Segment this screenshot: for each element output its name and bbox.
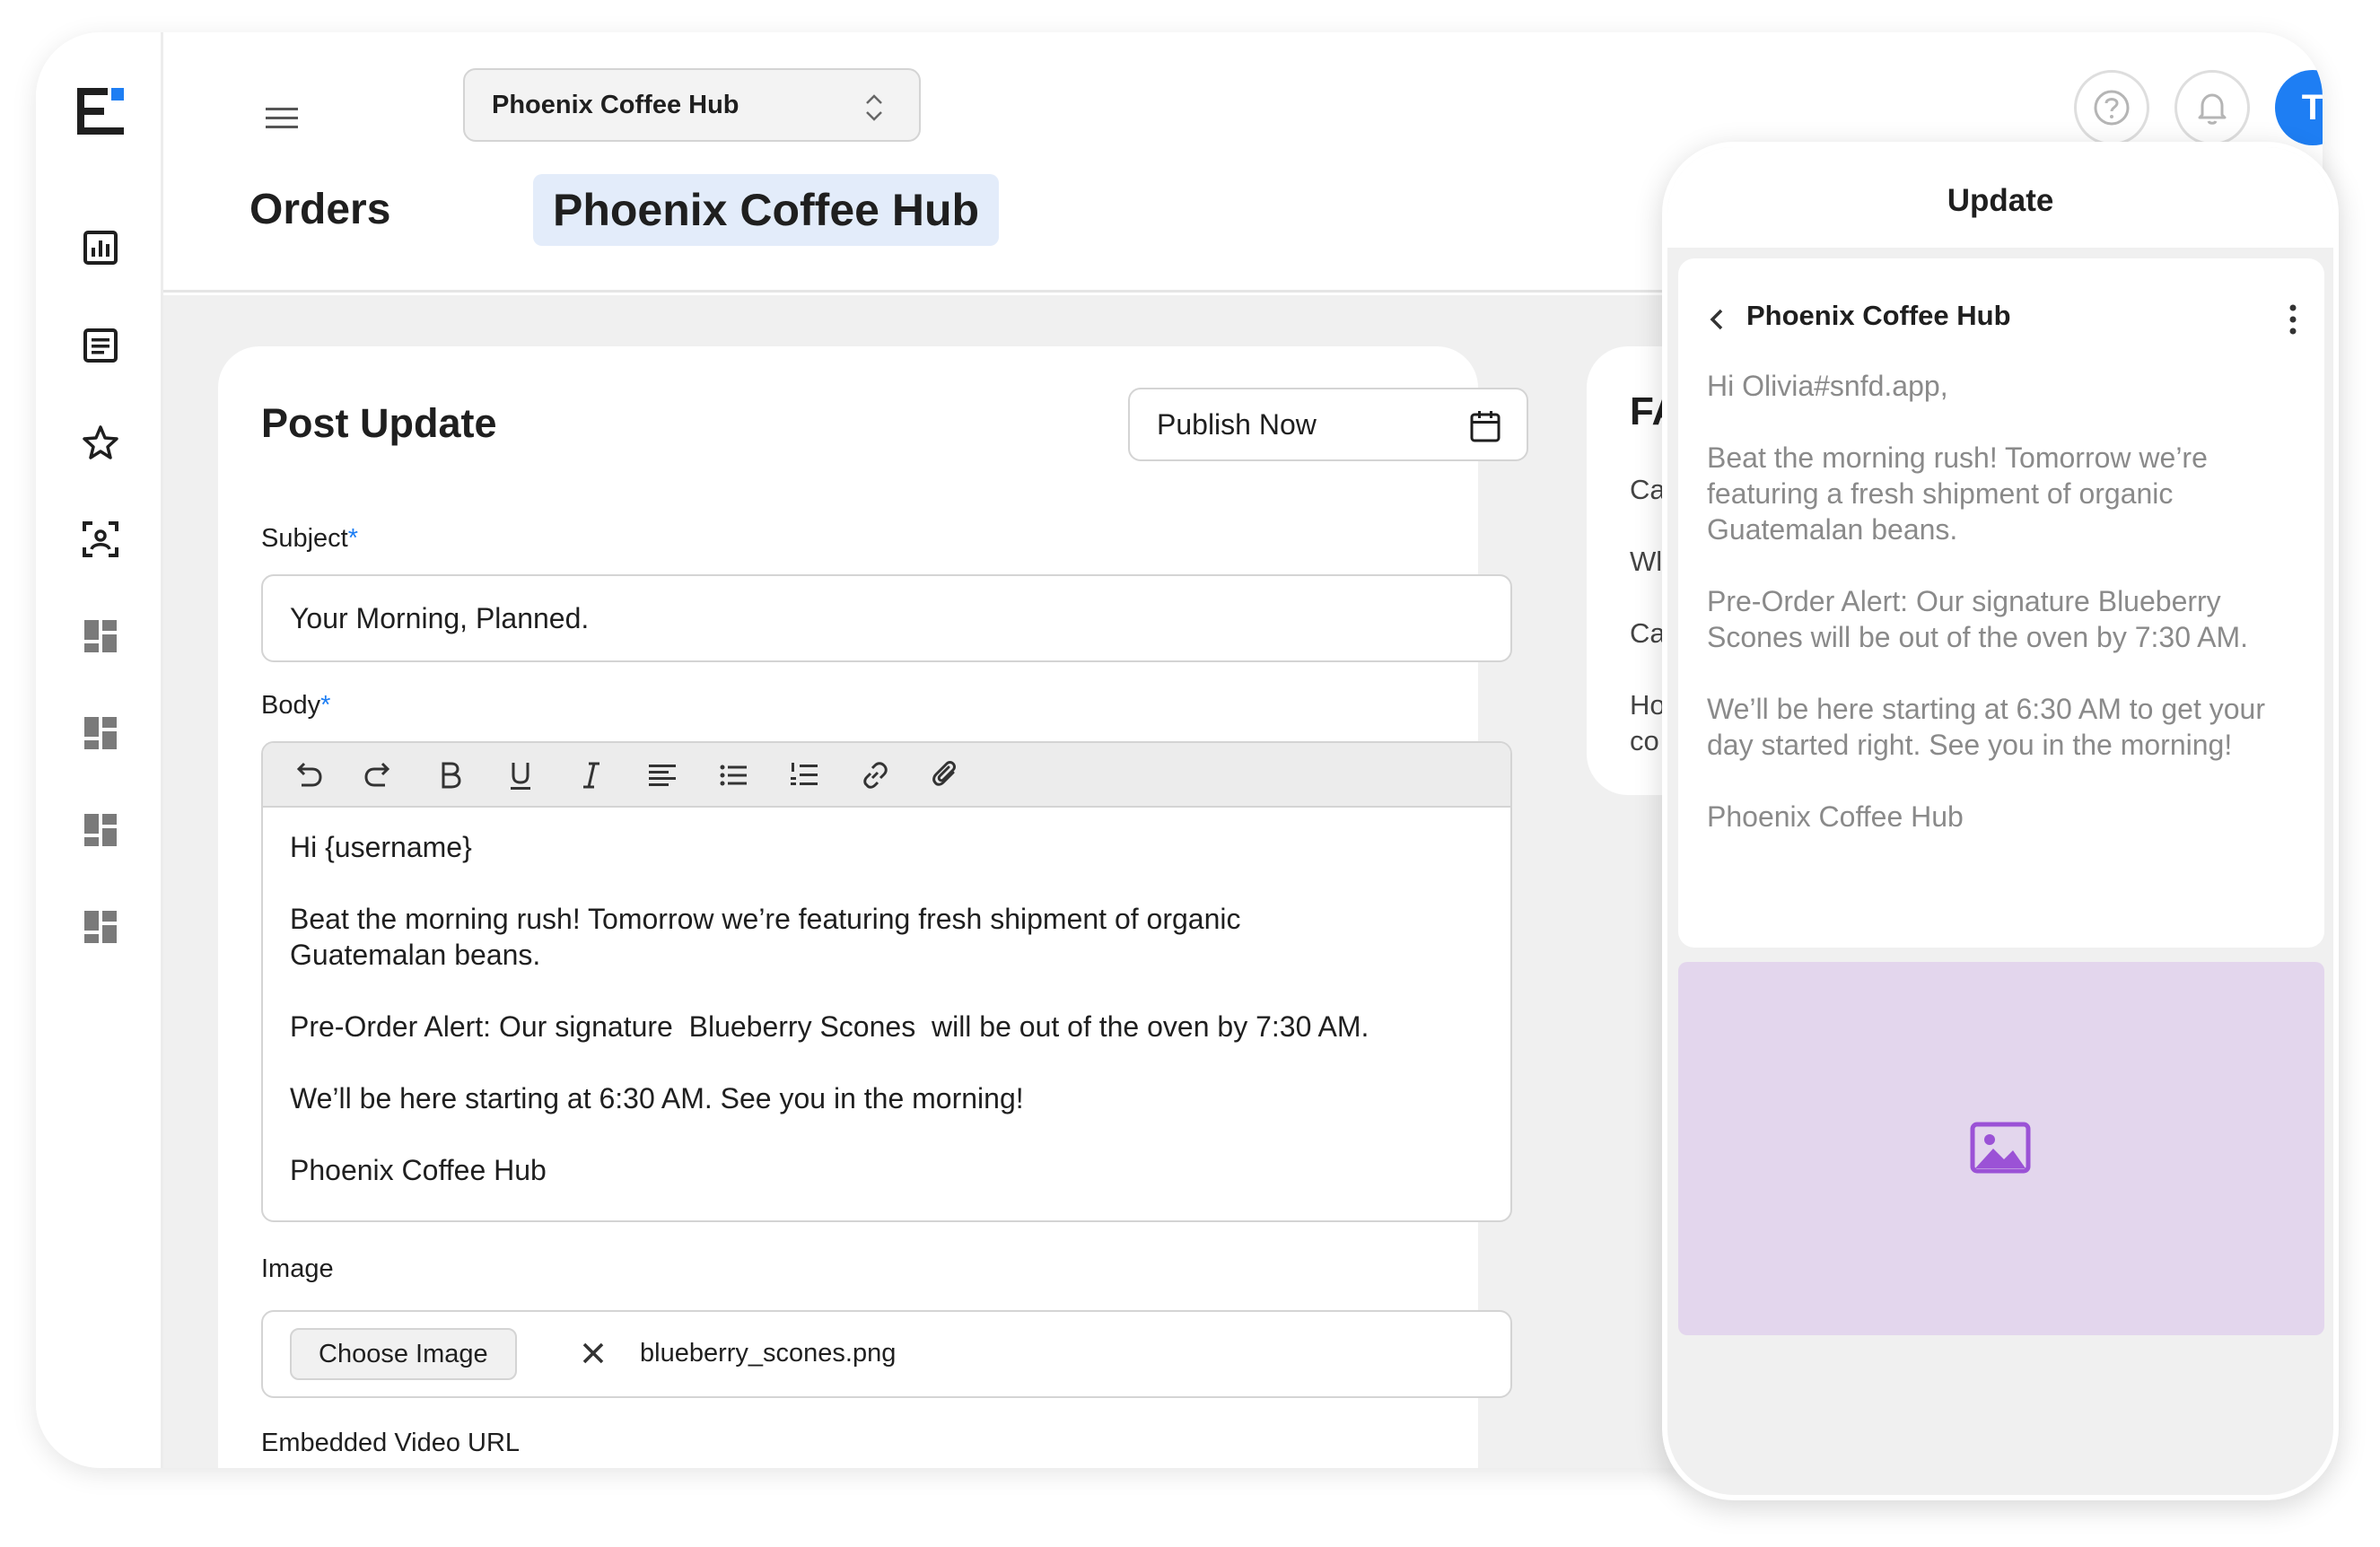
redo-icon[interactable]	[361, 757, 397, 793]
post-update-card: Post Update Publish Now Subject* Your Mo…	[218, 346, 1528, 1468]
image-upload-field: Choose Image blueberry_scones.png	[261, 1310, 1512, 1398]
preview-paragraph: Beat the morning rush! Tomorrow we’re fe…	[1707, 441, 2208, 546]
dashboard-icon[interactable]	[81, 907, 120, 947]
menu-icon[interactable]	[262, 99, 302, 138]
preview-paragraph: We’ll be here starting at 6:30 AM to get…	[1707, 693, 2265, 761]
editor-toolbar	[263, 743, 1510, 808]
page-title: Orders	[249, 186, 391, 233]
side-card-line: Ca	[1630, 617, 1666, 649]
bold-icon[interactable]	[432, 757, 468, 793]
link-icon[interactable]	[857, 757, 893, 793]
store-title-pill: Phoenix Coffee Hub	[533, 174, 1000, 246]
body-paragraph: We’ll be here starting at 6:30 AM. See y…	[290, 1082, 1024, 1114]
calendar-icon	[1470, 411, 1501, 442]
image-filename: blueberry_scones.png	[640, 1339, 897, 1368]
side-card-line: Ca	[1630, 474, 1666, 505]
underline-icon[interactable]	[503, 757, 538, 793]
preview-paragraph: Phoenix Coffee Hub	[1707, 800, 1964, 833]
editor-content[interactable]: Hi {username} Beat the morning rush! Tom…	[263, 808, 1510, 1188]
body-label: Body*	[261, 691, 331, 720]
store-selector[interactable]: Phoenix Coffee Hub	[463, 68, 921, 142]
preview-message-card: Phoenix Coffee Hub Hi Olivia#snfd.app, B…	[1678, 258, 2324, 948]
choose-image-button[interactable]: Choose Image	[290, 1328, 517, 1380]
video-url-label: Embedded Video URL	[261, 1429, 521, 1457]
star-icon[interactable]	[81, 423, 120, 462]
body-paragraph: Beat the morning rush! Tomorrow we’re fe…	[290, 903, 1241, 971]
chevron-left-icon[interactable]	[1707, 307, 1727, 332]
side-card-line: Wl	[1630, 546, 1663, 577]
document-list-icon[interactable]	[81, 326, 120, 365]
preview-title: Update	[1947, 183, 2054, 218]
undo-icon[interactable]	[290, 757, 326, 793]
help-icon	[2094, 90, 2130, 126]
preview-image-placeholder	[1678, 962, 2324, 1335]
bell-icon	[2198, 93, 2227, 125]
body-paragraph: Pre-Order Alert: Our signature Blueberry…	[290, 1010, 1369, 1043]
preview-paragraph: Pre-Order Alert: Our signature Blueberry…	[1707, 585, 2249, 653]
side-card-line: Ho	[1630, 689, 1666, 721]
publish-time-selector[interactable]: Publish Now	[1128, 388, 1528, 461]
preview-sender: Phoenix Coffee Hub	[1746, 300, 2011, 331]
preview-message-body: Hi Olivia#snfd.app, Beat the morning rus…	[1707, 368, 2299, 870]
chevron-up-down-icon	[866, 94, 882, 121]
attachment-icon[interactable]	[928, 757, 964, 793]
preview-paragraph: Hi Olivia#snfd.app,	[1707, 370, 1948, 402]
post-update-title: Post Update	[261, 400, 497, 446]
italic-icon[interactable]	[573, 757, 609, 793]
dashboard-icon[interactable]	[81, 713, 120, 753]
align-left-icon[interactable]	[644, 757, 680, 793]
app-logo[interactable]	[77, 88, 124, 135]
phone-preview: Update Phoenix Coffee Hub Hi Olivia#snfd…	[1662, 142, 2339, 1500]
body-editor[interactable]: Hi {username} Beat the morning rush! Tom…	[261, 741, 1512, 1222]
close-icon[interactable]	[579, 1339, 608, 1368]
more-vertical-icon[interactable]	[2288, 303, 2297, 336]
image-label: Image	[261, 1254, 334, 1283]
image-icon	[1970, 1122, 2031, 1174]
numbered-list-icon[interactable]	[786, 757, 822, 793]
body-paragraph: Phoenix Coffee Hub	[290, 1154, 547, 1186]
sidebar	[36, 32, 163, 1468]
subject-label: Subject*	[261, 524, 359, 553]
bullet-list-icon[interactable]	[715, 757, 751, 793]
publish-value: Publish Now	[1157, 407, 1317, 441]
user-scan-icon[interactable]	[81, 520, 120, 559]
analytics-icon[interactable]	[81, 228, 120, 267]
preview-header: Update	[1667, 147, 2333, 248]
notifications-button[interactable]	[2174, 70, 2250, 145]
dashboard-icon[interactable]	[81, 616, 120, 656]
side-card-line: co	[1630, 725, 1659, 756]
dashboard-icon[interactable]	[81, 810, 120, 850]
body-paragraph: Hi {username}	[290, 831, 472, 863]
help-button[interactable]	[2074, 70, 2149, 145]
avatar[interactable]: T	[2275, 70, 2323, 145]
subject-input[interactable]: Your Morning, Planned.	[261, 574, 1512, 662]
store-selector-value: Phoenix Coffee Hub	[492, 90, 739, 119]
